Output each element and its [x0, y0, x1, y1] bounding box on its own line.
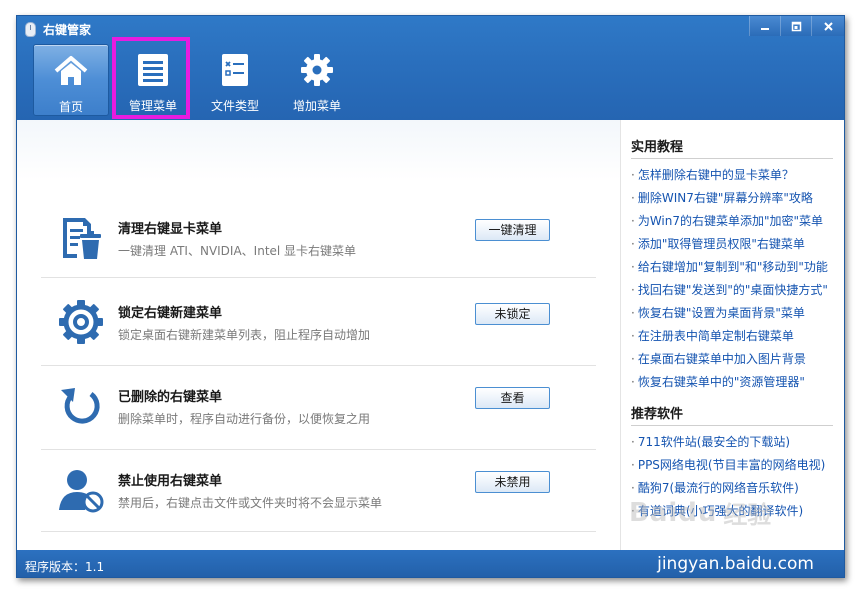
mouse-icon [25, 22, 36, 37]
version-label: 程序版本：1.1 [25, 560, 105, 574]
nav-home[interactable]: 首页 [33, 44, 109, 116]
feature-clean-gpu-menu: 清理右键显卡菜单 一键清理 ATI、NVIDIA、Intel 显卡右键菜单 一键… [41, 202, 596, 278]
restore-icon[interactable] [780, 16, 811, 36]
nav-file-types-label: 文件类型 [210, 99, 259, 113]
feature-description: 删除菜单时，程序自动进行备份，以便恢复之用 [118, 412, 371, 426]
feature-deleted-menus: 已删除的右键菜单 删除菜单时，程序自动进行备份，以便恢复之用 查看 [41, 370, 596, 450]
disable-toggle-button[interactable]: 未禁用 [475, 471, 550, 493]
feature-description: 一键清理 ATI、NVIDIA、Intel 显卡右键菜单 [118, 244, 357, 258]
feature-title: 清理右键显卡菜单 [118, 222, 223, 237]
feature-description: 禁用后，右键点击文件或文件夹时将不会显示菜单 [118, 496, 383, 510]
sidebar: 实用教程 · 怎样删除右键中的显卡菜单？ · 删除WIN7右键"屏幕分辨率"攻略 ·… [620, 120, 844, 550]
nav-home-label: 首页 [58, 100, 83, 114]
feature-description: 锁定桌面右键新建菜单列表，阻止程序自动增加 [118, 328, 371, 342]
status-bar: 程序版本：1.1 jingyan.baidu.com [17, 550, 844, 577]
tutorial-link[interactable]: · 删除WIN7右键"屏幕分辨率"攻略 [631, 189, 841, 212]
tutorial-link[interactable]: · 在桌面右键菜单中加入图片背景 [631, 350, 841, 373]
software-link[interactable]: · PPS网络电视(节目丰富的网络电视) [631, 456, 841, 479]
tutorial-link[interactable]: · 怎样删除右键中的显卡菜单？ [631, 166, 841, 189]
clean-doc-trash-icon [57, 214, 105, 262]
tutorial-link[interactable]: · 给右键增加"复制到"和"移动到"功能 [631, 258, 841, 281]
tutorial-link[interactable]: · 在注册表中简单定制右键菜单 [631, 327, 841, 350]
main-panel: 清理右键显卡菜单 一键清理 ATI、NVIDIA、Intel 显卡右键菜单 一键… [17, 120, 620, 550]
restore-arrow-icon [57, 382, 105, 430]
window-title: 右键管家 [43, 23, 92, 37]
lock-toggle-button[interactable]: 未锁定 [475, 303, 550, 325]
minimize-icon[interactable] [749, 16, 780, 36]
highlight-annotation-box [112, 37, 190, 119]
tutorial-link[interactable]: · 添加"取得管理员权限"右键菜单 [631, 235, 841, 258]
tutorials-heading: 实用教程 [631, 136, 833, 159]
site-url: jingyan.baidu.com [657, 554, 814, 574]
file-type-icon [217, 52, 253, 88]
tutorial-link[interactable]: · 找回右键"发送到"的"桌面快捷方式" [631, 281, 841, 304]
main-nav: 首页 管理菜单 文件类型 增加菜单 [33, 44, 361, 116]
tutorial-link[interactable]: · 恢复右键"设置为桌面背景"菜单 [631, 304, 841, 327]
nav-add-menu[interactable]: 增加菜单 [279, 44, 355, 116]
gear-lock-icon [57, 298, 105, 346]
software-link[interactable]: · 711软件站(最安全的下载站) [631, 433, 841, 456]
baidu-watermark: Baidu 经验 [629, 495, 771, 530]
tutorials-list: · 怎样删除右键中的显卡菜单？ · 删除WIN7右键"屏幕分辨率"攻略 · 为Win7… [631, 166, 841, 396]
home-icon [53, 53, 89, 89]
watermark-cn-text: 经验 [723, 501, 772, 529]
software-heading: 推荐软件 [631, 403, 833, 426]
feature-title: 锁定右键新建菜单 [118, 306, 223, 321]
tutorial-link[interactable]: · 恢复右键菜单中的"资源管理器" [631, 373, 841, 396]
one-click-clean-button[interactable]: 一键清理 [475, 219, 550, 241]
window-controls [749, 16, 844, 36]
feature-title: 已删除的右键菜单 [118, 390, 223, 405]
gear-icon [299, 52, 335, 88]
feature-title: 禁止使用右键菜单 [118, 474, 223, 489]
watermark-text: Baidu [629, 497, 718, 528]
view-button[interactable]: 查看 [475, 387, 550, 409]
feature-disable-context-menu: 禁止使用右键菜单 禁用后，右键点击文件或文件夹时将不会显示菜单 未禁用 [41, 454, 596, 532]
user-forbidden-icon [57, 466, 105, 514]
feature-lock-new-menu: 锁定右键新建菜单 锁定桌面右键新建菜单列表，阻止程序自动增加 未锁定 [41, 286, 596, 366]
tutorial-link[interactable]: · 为Win7的右键菜单添加"加密"菜单 [631, 212, 841, 235]
nav-file-types[interactable]: 文件类型 [197, 44, 273, 116]
close-icon[interactable] [811, 16, 844, 36]
nav-add-menu-label: 增加菜单 [292, 99, 341, 113]
